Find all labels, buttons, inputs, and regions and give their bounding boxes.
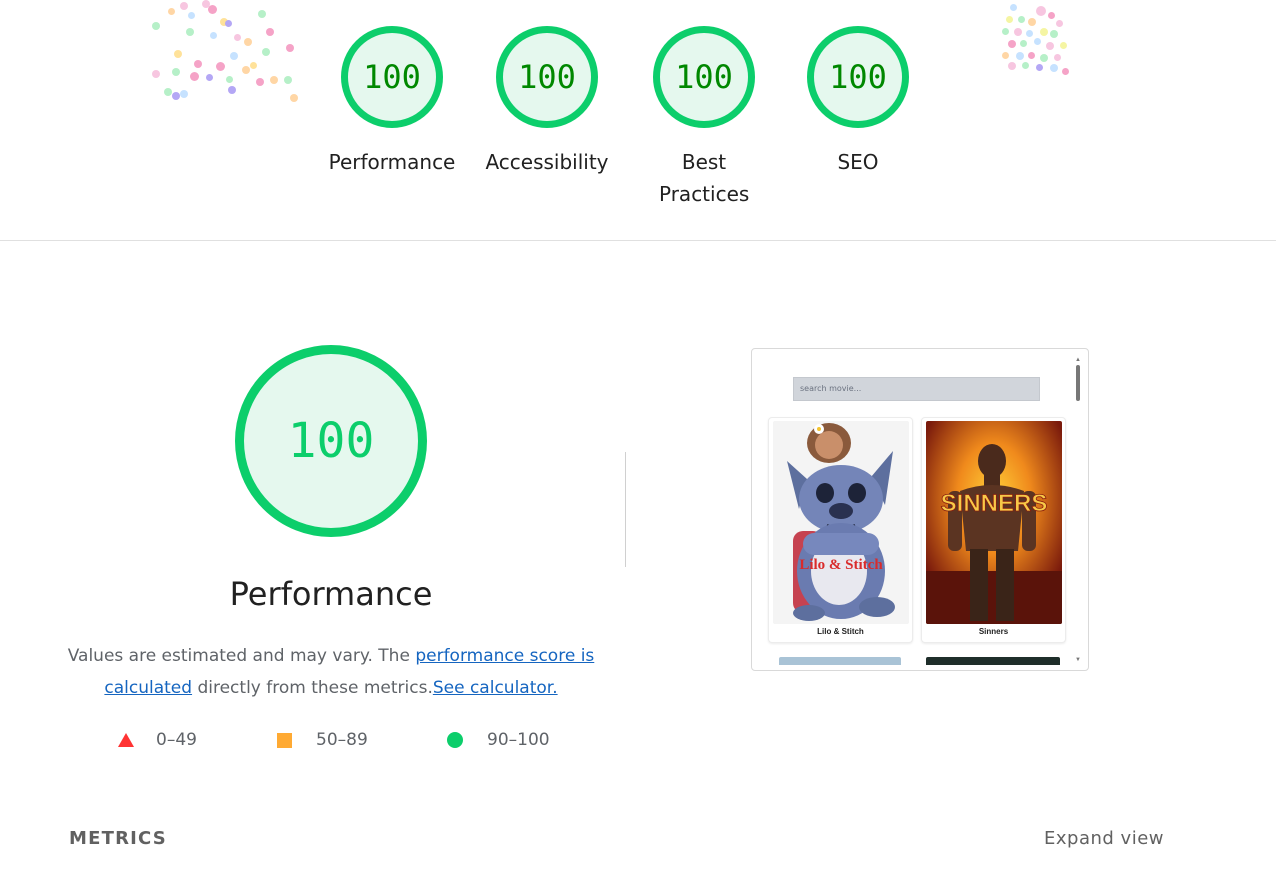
- movie-title: Lilo & Stitch: [817, 627, 864, 636]
- gauge-score: 100: [363, 58, 421, 96]
- square-icon: [277, 732, 292, 748]
- final-screenshot[interactable]: search movie... ▲ ▼ Lilo & Stitch Lilo &…: [751, 348, 1089, 671]
- poster-text-sinners: SINNERS: [941, 490, 1048, 517]
- poster-text-lilo: Lilo & Stitch: [799, 557, 883, 573]
- movie-card: Lilo & Stitch Lilo & Stitch: [768, 417, 913, 643]
- gauge-accessibility[interactable]: 100 Accessibility: [477, 26, 617, 178]
- score-scale-legend: 0–49 50–89 90–100: [0, 730, 640, 756]
- scrollbar-thumb: [1076, 365, 1080, 401]
- legend-range: 0–49: [156, 730, 197, 750]
- description-text: Values are estimated and may vary. The: [67, 646, 416, 666]
- legend-fail: 0–49: [118, 730, 197, 750]
- gauge-performance[interactable]: 100 Performance: [322, 26, 462, 178]
- gauge-label: Accessibility: [485, 150, 609, 174]
- gauge-score: 100: [675, 58, 733, 96]
- screenshot-search-input: search movie...: [793, 377, 1040, 401]
- gauge-label: SEO: [837, 150, 879, 174]
- legend-pass: 90–100: [447, 730, 550, 750]
- performance-score: 100: [287, 413, 375, 469]
- legend-range: 50–89: [316, 730, 368, 750]
- gauge-label: Best Practices: [659, 150, 750, 206]
- legend-range: 90–100: [487, 730, 550, 750]
- gauge-score: 100: [829, 58, 887, 96]
- screenshot-scrollbar: ▲ ▼: [1075, 357, 1081, 663]
- next-movie-card-peek: [779, 657, 901, 665]
- scroll-down-icon: ▼: [1075, 657, 1081, 663]
- category-gauges: 100 Performance 100 Accessibility 100 Be…: [0, 26, 1276, 226]
- gauge-ring: 100: [807, 26, 909, 128]
- gauge-ring: 100: [341, 26, 443, 128]
- vertical-divider: [625, 452, 626, 567]
- metrics-heading: METRICS: [69, 828, 167, 849]
- scroll-up-icon: ▲: [1075, 357, 1081, 363]
- circle-icon: [447, 732, 463, 748]
- gauge-ring: 100: [653, 26, 755, 128]
- description-text: directly from these metrics.: [192, 678, 433, 698]
- movie-poster-lilo-stitch: Lilo & Stitch: [773, 421, 909, 624]
- performance-gauge: 100: [235, 345, 427, 537]
- performance-description: Values are estimated and may vary. The p…: [60, 640, 602, 704]
- gauge-seo[interactable]: 100 SEO: [788, 26, 928, 178]
- section-divider: [0, 240, 1276, 241]
- triangle-icon: [118, 733, 134, 747]
- legend-average: 50–89: [277, 730, 368, 750]
- performance-title: Performance: [229, 575, 433, 613]
- see-calculator-link[interactable]: See calculator.: [433, 678, 558, 698]
- next-movie-card-peek: [926, 657, 1060, 665]
- movie-card: SINNERS Sinners: [921, 417, 1066, 643]
- gauge-label: Performance: [328, 150, 456, 174]
- movie-title: Sinners: [978, 627, 1009, 636]
- gauge-best-practices[interactable]: 100 Best Practices: [633, 26, 775, 210]
- expand-view-button[interactable]: Expand view: [1044, 828, 1164, 849]
- gauge-ring: 100: [496, 26, 598, 128]
- gauge-score: 100: [518, 58, 576, 96]
- movie-poster-sinners: SINNERS: [926, 421, 1062, 624]
